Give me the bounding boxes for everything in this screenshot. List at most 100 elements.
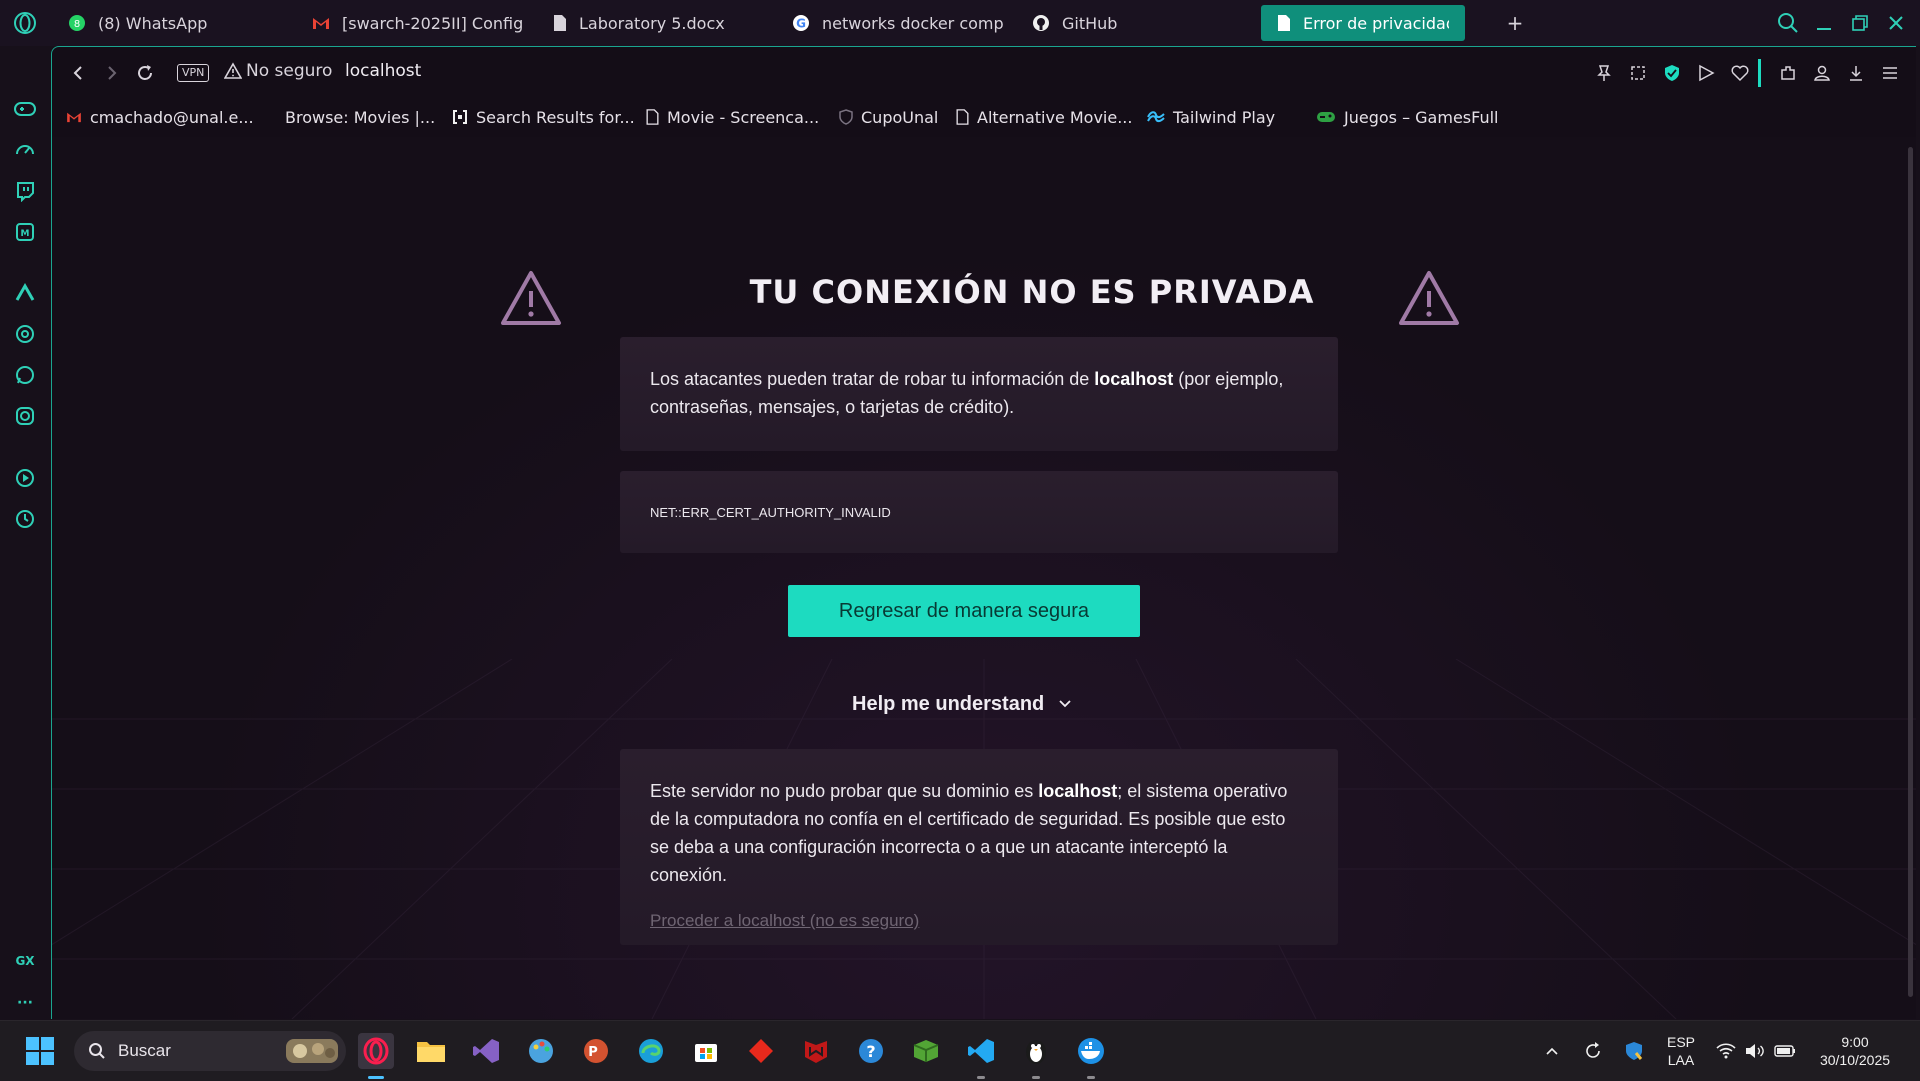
tab-laboratory[interactable]: Laboratory 5.docx: [553, 5, 753, 41]
tab-label: Error de privacidad: [1303, 13, 1449, 33]
clock-time: 9:00: [1841, 1034, 1869, 1050]
windows-start-icon[interactable]: [22, 1033, 58, 1069]
security-indicator[interactable]: No seguro: [224, 61, 332, 81]
snapshot-icon[interactable]: [1626, 61, 1650, 85]
details-text: Este servidor no pudo probar que su domi…: [650, 777, 1308, 889]
tab-privacy-error[interactable]: Error de privacidad: [1261, 5, 1465, 41]
battery-icon[interactable]: [1773, 1039, 1797, 1063]
github-icon: [1032, 14, 1050, 32]
arc-icon[interactable]: [12, 280, 38, 306]
sync-icon[interactable]: [1581, 1039, 1605, 1063]
tab-whatsapp[interactable]: 8 (8) WhatsApp: [68, 5, 268, 41]
heart-icon[interactable]: [1728, 61, 1752, 85]
taskbar-search[interactable]: Buscar: [74, 1031, 346, 1071]
gx-label[interactable]: GX: [12, 948, 38, 974]
browser-frame: VPN No seguro localhost cmachado@unal.e.…: [51, 46, 1916, 1019]
easy-setup-icon[interactable]: [1878, 61, 1902, 85]
restore-icon[interactable]: [1847, 10, 1873, 36]
intro-card: Los atacantes pueden tratar de robar tu …: [620, 337, 1338, 451]
svg-text:M: M: [21, 229, 30, 239]
player-icon[interactable]: [12, 465, 38, 491]
wifi-icon[interactable]: [1714, 1039, 1738, 1063]
volume-icon[interactable]: [1743, 1039, 1767, 1063]
file-explorer-icon[interactable]: [413, 1033, 449, 1069]
tab-github[interactable]: GitHub: [1032, 5, 1192, 41]
opera-gx-icon[interactable]: [358, 1033, 394, 1069]
bookmark-browse-movies[interactable]: Browse: Movies |...: [285, 105, 435, 129]
messenger-icon[interactable]: M: [12, 219, 38, 245]
document-icon: [956, 109, 969, 125]
forward-icon[interactable]: [100, 61, 124, 85]
tab-google[interactable]: G networks docker compos: [792, 5, 1004, 41]
more-options-icon[interactable]: ···: [12, 990, 38, 1016]
vpn-badge[interactable]: VPN: [177, 64, 210, 82]
extensions-icon[interactable]: [1776, 61, 1800, 85]
mcafee-icon[interactable]: [798, 1033, 834, 1069]
whatsapp-icon[interactable]: [12, 362, 38, 388]
language-indicator[interactable]: ESP LAA: [1664, 1033, 1698, 1069]
minimize-icon[interactable]: [1811, 10, 1837, 36]
scrollbar-thumb[interactable]: [1908, 147, 1913, 997]
back-to-safety-button[interactable]: Regresar de manera segura: [788, 585, 1140, 637]
bookmark-gmail[interactable]: cmachado@unal.e...: [66, 105, 254, 129]
visual-studio-icon[interactable]: [468, 1033, 504, 1069]
plus-icon: +: [1506, 11, 1524, 35]
history-icon[interactable]: [12, 506, 38, 532]
clock[interactable]: 9:00 30/10/2025: [1812, 1033, 1898, 1069]
gamepad-icon[interactable]: [12, 96, 38, 122]
scrollbar[interactable]: [1905, 137, 1916, 1019]
twitch-icon[interactable]: [12, 178, 38, 204]
details-host: localhost: [1038, 781, 1118, 801]
tab-label: (8) WhatsApp: [98, 13, 208, 33]
opera-gx-menu-icon[interactable]: [12, 10, 38, 36]
gmail-icon: [66, 111, 82, 123]
ruby-icon[interactable]: [743, 1033, 779, 1069]
adblock-shield-icon[interactable]: [1660, 61, 1684, 85]
back-icon[interactable]: [66, 61, 90, 85]
minecraft-icon[interactable]: [908, 1033, 944, 1069]
bookmark-juegos-gamesfull[interactable]: Juegos – GamesFull: [1316, 105, 1498, 129]
send-icon[interactable]: [1694, 61, 1718, 85]
speed-icon[interactable]: [12, 137, 38, 163]
search-icon[interactable]: [1775, 10, 1801, 36]
privacy-error-page: TU CONEXIÓN NO ES PRIVADA Los atacantes …: [52, 137, 1916, 1019]
store-icon[interactable]: [688, 1033, 724, 1069]
vscode-icon[interactable]: [963, 1033, 999, 1069]
instagram-icon[interactable]: [12, 403, 38, 429]
gmail-icon: [312, 16, 330, 30]
reload-icon[interactable]: [133, 61, 157, 85]
running-app-indicator: [1087, 1076, 1095, 1079]
tab-gmail[interactable]: [swarch-2025II] Configur: [312, 5, 524, 41]
bookmark-alternative-movie[interactable]: Alternative Movie...: [956, 105, 1132, 129]
active-app-indicator: [368, 1076, 384, 1079]
powerpoint-icon[interactable]: P: [578, 1033, 614, 1069]
profile-icon[interactable]: [1810, 61, 1834, 85]
proceed-unsafe-link[interactable]: Proceder a localhost (no es seguro): [650, 911, 1308, 931]
edge-icon[interactable]: [633, 1033, 669, 1069]
chatgpt-icon[interactable]: [12, 321, 38, 347]
bookmark-cupounal[interactable]: CupoUnal: [839, 105, 938, 129]
bookmark-tailwind-play[interactable]: Tailwind Play: [1147, 105, 1275, 129]
clock-date: 30/10/2025: [1819, 1052, 1891, 1068]
help-me-understand-toggle[interactable]: Help me understand: [852, 689, 1072, 719]
bookmark-label: CupoUnal: [861, 107, 939, 127]
url-field[interactable]: localhost: [345, 61, 421, 81]
bookmark-search-results[interactable]: Search Results for...: [452, 105, 635, 129]
download-icon[interactable]: [1844, 61, 1868, 85]
paint-icon[interactable]: [523, 1033, 559, 1069]
help-icon[interactable]: ?: [853, 1033, 889, 1069]
tab-label: GitHub: [1062, 13, 1118, 33]
close-icon[interactable]: [1883, 10, 1909, 36]
toolbar-divider: [1758, 59, 1761, 87]
security-text: No seguro: [246, 61, 333, 81]
pin-icon[interactable]: [1592, 61, 1616, 85]
security-shield-icon[interactable]: [1622, 1039, 1646, 1063]
help-label: Help me understand: [852, 692, 1045, 715]
new-tab-button[interactable]: +: [1505, 5, 1525, 41]
penguin-icon[interactable]: [1018, 1033, 1054, 1069]
docker-icon[interactable]: [1073, 1033, 1109, 1069]
chevron-up-icon[interactable]: [1540, 1039, 1564, 1063]
sidebar: M GX ···: [0, 46, 50, 1018]
bookmark-movie-screencast[interactable]: Movie - Screenca...: [646, 105, 819, 129]
bookmark-label: Alternative Movie...: [977, 107, 1133, 127]
